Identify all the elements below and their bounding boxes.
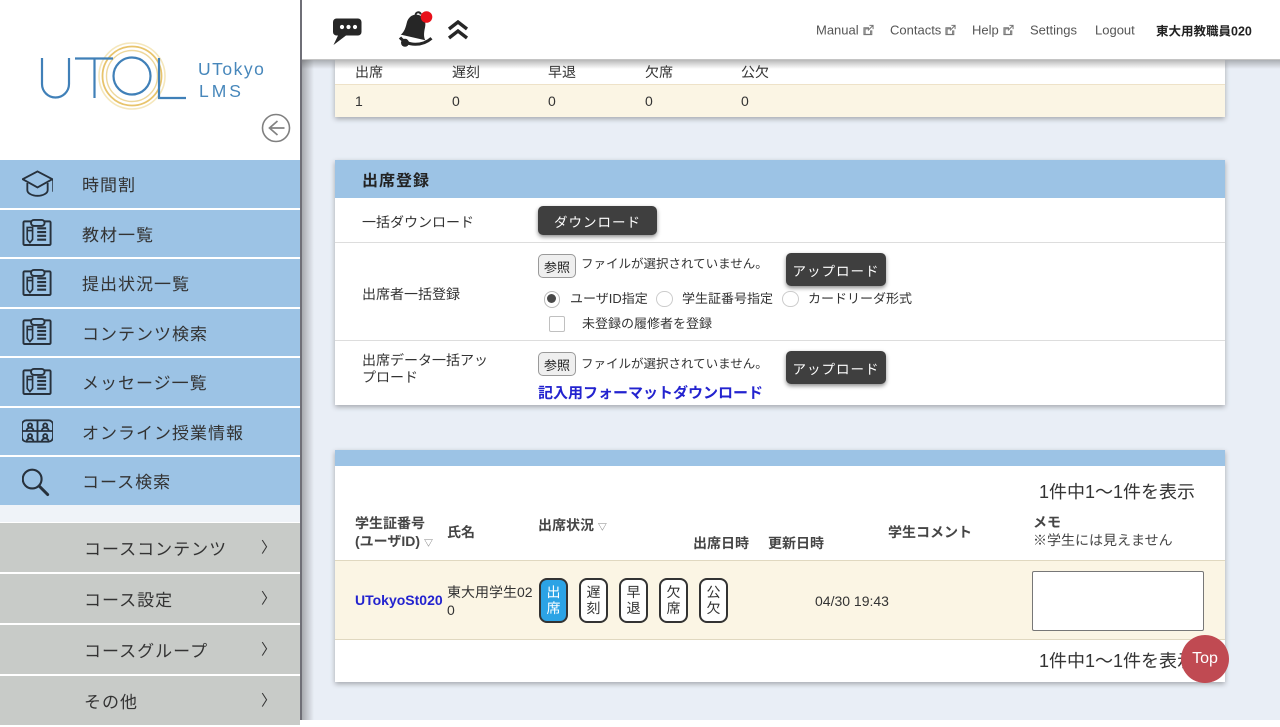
svg-text:UTokyo: UTokyo <box>198 59 265 79</box>
svg-text:LMS: LMS <box>199 81 244 101</box>
